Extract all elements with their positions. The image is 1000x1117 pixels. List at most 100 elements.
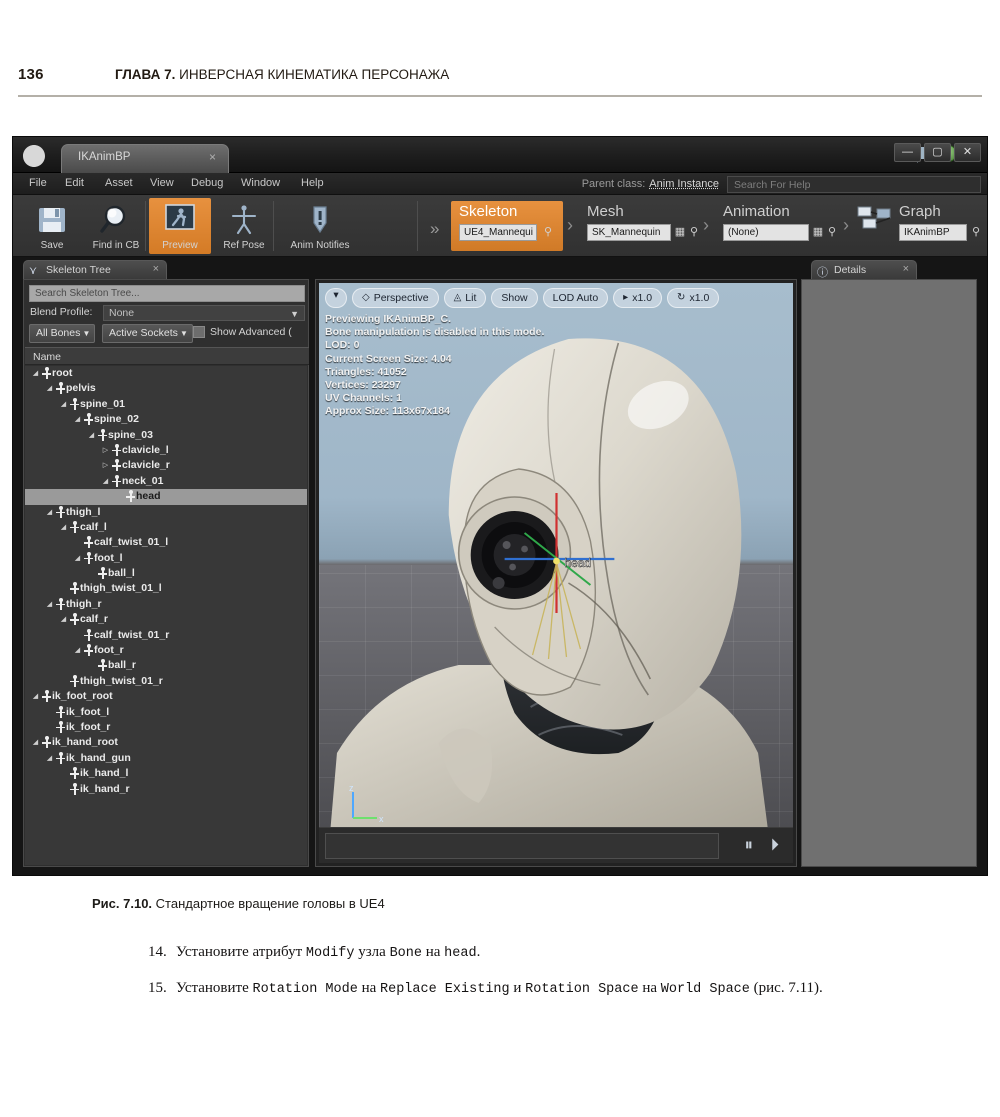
pause-button[interactable]: ⏸: [745, 835, 754, 855]
collapse-arrow-icon[interactable]: ▷: [101, 446, 110, 454]
mode-graph-asset[interactable]: IKAnimBP: [899, 224, 967, 241]
bone-tree-item[interactable]: ▷clavicle_l: [25, 443, 307, 458]
bone-tree-item[interactable]: ik_foot_l: [25, 705, 307, 720]
expand-arrow-icon[interactable]: ◢: [59, 400, 68, 408]
toolbar-overflow-icon[interactable]: »: [430, 219, 439, 239]
mode-skeleton-asset[interactable]: UE4_Mannequi: [459, 224, 537, 241]
preview-button[interactable]: Preview: [149, 198, 211, 254]
bone-tree-item[interactable]: ◢foot_r: [25, 643, 307, 658]
expand-arrow-icon[interactable]: ◢: [31, 369, 40, 377]
bone-tree-item[interactable]: ◢spine_03: [25, 428, 307, 443]
menu-item-window[interactable]: Window: [241, 177, 280, 189]
step-forward-button[interactable]: ⏵: [771, 835, 780, 855]
menu-item-view[interactable]: View: [150, 177, 174, 189]
bone-tree-item[interactable]: calf_twist_01_l: [25, 535, 307, 550]
bone-tree-item[interactable]: ◢thigh_l: [25, 505, 307, 520]
expand-arrow-icon[interactable]: ◢: [73, 646, 82, 654]
details-panel[interactable]: [801, 279, 977, 867]
mode-animation-asset[interactable]: (None): [723, 224, 809, 241]
mode-graph[interactable]: Graph IKAnimBP ⚲: [855, 201, 983, 251]
menu-item-asset[interactable]: Asset: [105, 177, 133, 189]
show-advanced-checkbox[interactable]: [193, 326, 205, 338]
viewport-options-dropdown[interactable]: ▾: [325, 288, 347, 308]
expand-arrow-icon[interactable]: ◢: [45, 384, 54, 392]
search-skeleton-tree-input[interactable]: Search Skeleton Tree... ⚲: [29, 285, 305, 302]
parent-class-value[interactable]: Anim Instance: [649, 178, 719, 190]
close-window-button[interactable]: ✕: [954, 143, 981, 162]
all-bones-filter-button[interactable]: All Bones ▼: [29, 324, 95, 343]
expand-arrow-icon[interactable]: ◢: [73, 554, 82, 562]
viewport-viewmode-lit-button[interactable]: ◬ Lit: [444, 288, 487, 308]
bone-tree-item[interactable]: ◢ik_hand_gun: [25, 751, 307, 766]
bone-tree-item[interactable]: ik_hand_l: [25, 766, 307, 781]
active-sockets-filter-button[interactable]: Active Sockets ▼: [102, 324, 193, 343]
browse-icon[interactable]: ⚲: [541, 225, 555, 240]
tab-details[interactable]: ⓘ Details ×: [811, 260, 917, 279]
bone-tree-item[interactable]: ball_r: [25, 658, 307, 673]
browse-icon[interactable]: ⚲: [969, 225, 983, 240]
grid-icon[interactable]: ▦: [673, 225, 687, 240]
expand-arrow-icon[interactable]: ◢: [31, 692, 40, 700]
mode-skeleton[interactable]: Skeleton UE4_Mannequi ⚲: [451, 201, 563, 251]
find-in-cb-button[interactable]: Find in CB: [85, 198, 147, 254]
mode-mesh[interactable]: Mesh SK_Mannequin ▦ ⚲: [579, 201, 699, 251]
scrub-timeline-track[interactable]: [325, 833, 719, 859]
viewport-anim-rate-button[interactable]: ↻ x1.0: [667, 288, 719, 308]
menu-item-file[interactable]: File: [29, 177, 47, 189]
tab-skeleton-tree[interactable]: ⋎ Skeleton Tree ×: [23, 260, 167, 279]
bone-tree-item[interactable]: ◢ik_foot_root: [25, 689, 307, 704]
browse-icon[interactable]: ⚲: [687, 225, 701, 240]
bone-tree-item[interactable]: ◢root: [25, 366, 307, 381]
bone-tree-item[interactable]: ◢calf_l: [25, 520, 307, 535]
bone-tree-item[interactable]: thigh_twist_01_l: [25, 581, 307, 596]
blend-profile-select[interactable]: None ▼: [103, 305, 305, 321]
expand-arrow-icon[interactable]: ◢: [87, 431, 96, 439]
close-icon[interactable]: ×: [903, 263, 909, 275]
bone-tree-item[interactable]: ◢ik_hand_root: [25, 735, 307, 750]
expand-arrow-icon[interactable]: ◢: [73, 415, 82, 423]
menu-item-debug[interactable]: Debug: [191, 177, 223, 189]
bone-tree-item[interactable]: ◢neck_01: [25, 474, 307, 489]
mode-mesh-asset[interactable]: SK_Mannequin: [587, 224, 671, 241]
bone-tree-item[interactable]: ◢spine_02: [25, 412, 307, 427]
bone-tree-item[interactable]: thigh_twist_01_r: [25, 674, 307, 689]
expand-arrow-icon[interactable]: ◢: [45, 754, 54, 762]
bone-tree-item[interactable]: ◢foot_l: [25, 551, 307, 566]
mode-animation[interactable]: Animation (None) ▦ ⚲: [715, 201, 839, 251]
expand-arrow-icon[interactable]: ◢: [101, 477, 110, 485]
viewport-playback-speed-button[interactable]: ▸ x1.0: [613, 288, 662, 308]
expand-arrow-icon[interactable]: ◢: [31, 738, 40, 746]
anim-notifies-button[interactable]: Anim Notifies: [277, 198, 363, 254]
close-icon[interactable]: ×: [153, 263, 159, 275]
bone-tree-item[interactable]: calf_twist_01_r: [25, 628, 307, 643]
bone-tree-item[interactable]: ◢thigh_r: [25, 597, 307, 612]
bone-tree-item[interactable]: ik_foot_r: [25, 720, 307, 735]
viewport-show-button[interactable]: Show: [491, 288, 537, 308]
expand-arrow-icon[interactable]: ◢: [59, 523, 68, 531]
grid-icon[interactable]: ▦: [811, 225, 825, 240]
bone-tree-item[interactable]: ◢spine_01: [25, 397, 307, 412]
tree-column-header-name[interactable]: Name: [25, 347, 309, 365]
bone-tree-item[interactable]: ik_hand_r: [25, 782, 307, 797]
bone-tree-item[interactable]: ◢calf_r: [25, 612, 307, 627]
browse-icon[interactable]: ⚲: [825, 225, 839, 240]
expand-arrow-icon[interactable]: ◢: [59, 615, 68, 623]
save-button[interactable]: Save: [21, 198, 83, 254]
expand-arrow-icon[interactable]: ◢: [45, 508, 54, 516]
bone-tree-list[interactable]: ◢root◢pelvis◢spine_01◢spine_02◢spine_03▷…: [25, 366, 307, 865]
maximize-button[interactable]: ▢: [924, 143, 951, 162]
viewport-lod-button[interactable]: LOD Auto: [543, 288, 609, 308]
bone-tree-item[interactable]: head: [25, 489, 307, 504]
expand-arrow-icon[interactable]: ◢: [45, 600, 54, 608]
help-search-input[interactable]: Search For Help ⚲: [727, 176, 981, 193]
bone-tree-item[interactable]: ▷clavicle_r: [25, 458, 307, 473]
document-tab-ikanimbp[interactable]: IKAnimBP ×: [61, 144, 229, 173]
viewport-camera-perspective-button[interactable]: ◇ Perspective: [352, 288, 439, 308]
bone-tree-item[interactable]: ball_l: [25, 566, 307, 581]
collapse-arrow-icon[interactable]: ▷: [101, 461, 110, 469]
close-icon[interactable]: ×: [209, 150, 216, 164]
menu-item-help[interactable]: Help: [301, 177, 324, 189]
viewport-3d-scene[interactable]: head ▾ ◇ Perspective ◬ Lit: [319, 283, 793, 846]
menu-item-edit[interactable]: Edit: [65, 177, 84, 189]
bone-tree-item[interactable]: ◢pelvis: [25, 381, 307, 396]
